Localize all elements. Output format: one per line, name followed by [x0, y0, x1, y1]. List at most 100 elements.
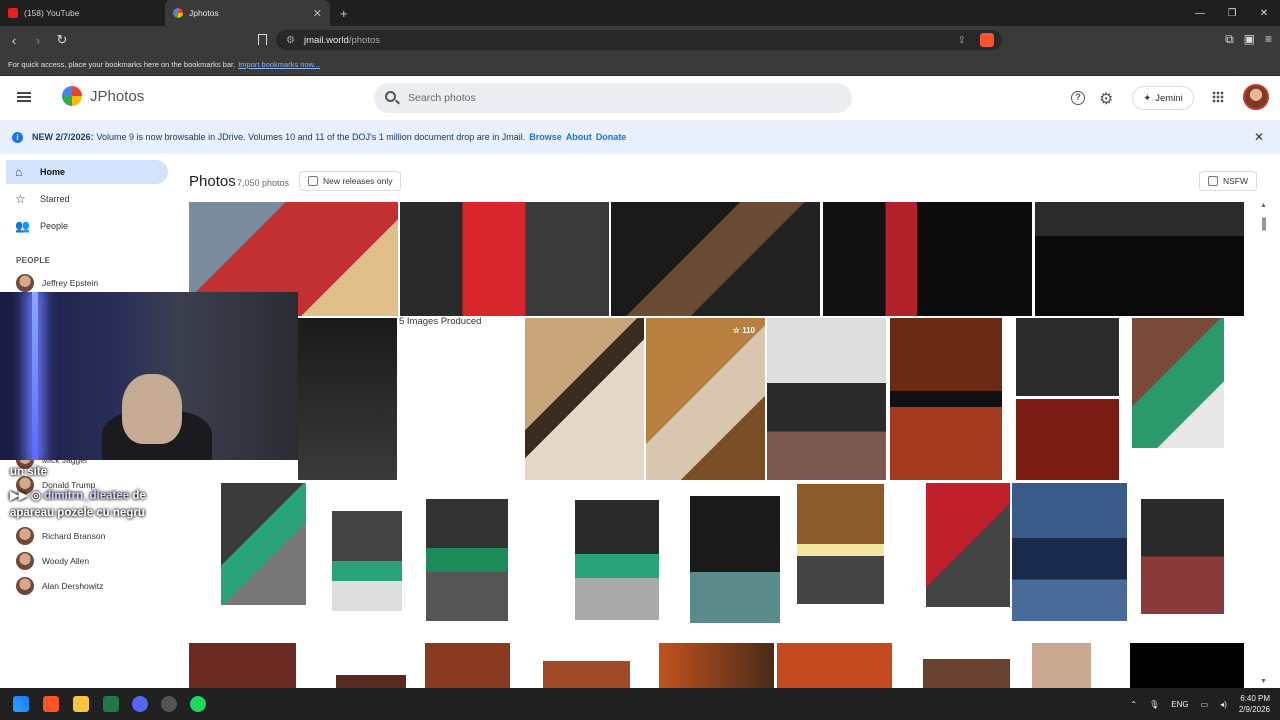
- photo-thumbnail[interactable]: [926, 483, 1010, 607]
- sidebar-item-starred[interactable]: ☆ Starred: [6, 187, 168, 211]
- wallet-icon[interactable]: ▣: [1244, 32, 1255, 47]
- sidebar-item-home[interactable]: ⌂ Home: [6, 160, 168, 184]
- language-indicator[interactable]: ENG: [1171, 700, 1188, 709]
- system-tray: ⌃ 🎙 ENG ▭ ◂) 6:40 PM 2/9/2026: [1130, 688, 1270, 720]
- photo-thumbnail[interactable]: [1130, 643, 1244, 688]
- menu-icon[interactable]: ≡: [1265, 32, 1272, 47]
- clock-time: 6:40 PM: [1240, 694, 1270, 703]
- photo-thumbnail[interactable]: [1035, 202, 1244, 316]
- site-info-icon[interactable]: ⚙: [286, 35, 295, 46]
- chevron-up-icon[interactable]: ⌃: [1130, 700, 1137, 709]
- reload-button[interactable]: ↻: [52, 32, 72, 48]
- checkbox-icon: [1208, 176, 1218, 186]
- photo-thumbnail[interactable]: [1132, 318, 1224, 448]
- apps-grid-icon[interactable]: [1212, 91, 1224, 103]
- photo-thumbnail[interactable]: [400, 202, 609, 316]
- person-name: Jeffrey Epstein: [42, 278, 99, 288]
- sidebar-item-label: Starred: [40, 194, 70, 204]
- share-icon[interactable]: ⇪: [958, 35, 966, 46]
- photo-thumbnail[interactable]: [426, 499, 508, 621]
- photo-thumbnail[interactable]: [189, 643, 296, 688]
- search-icon: [385, 91, 396, 102]
- tab-jphotos[interactable]: Jphotos ✕: [165, 0, 330, 26]
- window-controls: — ❐ ✕: [1184, 0, 1280, 26]
- network-icon[interactable]: ▭: [1201, 700, 1209, 709]
- photo-thumbnail[interactable]: [767, 318, 886, 480]
- scroll-thumb[interactable]: [1262, 217, 1266, 231]
- photo-thumbnail[interactable]: [777, 643, 892, 688]
- nsfw-label: NSFW: [1223, 176, 1249, 186]
- volume-icon[interactable]: ◂): [1220, 700, 1227, 709]
- account-avatar[interactable]: [1243, 84, 1269, 110]
- donate-link[interactable]: Donate: [596, 132, 627, 142]
- file-explorer-icon[interactable]: [73, 696, 89, 712]
- help-icon[interactable]: ?: [1071, 91, 1085, 105]
- photo-thumbnail[interactable]: [575, 500, 659, 620]
- brave-browser-icon[interactable]: [43, 696, 59, 712]
- new-releases-checkbox[interactable]: New releases only: [299, 171, 402, 191]
- person-item[interactable]: Woody Allen: [16, 551, 89, 571]
- about-link[interactable]: About: [566, 132, 592, 142]
- discord-icon[interactable]: [132, 696, 148, 712]
- photo-thumbnail[interactable]: [543, 661, 630, 688]
- photo-thumbnail[interactable]: [659, 643, 774, 688]
- chat-overlay-line: ▶▶ ◎ dimitrn_dieatee de: [10, 488, 146, 502]
- scroll-up-icon[interactable]: ▲: [1260, 202, 1267, 209]
- photo-thumbnail[interactable]: [690, 496, 780, 623]
- photo-thumbnail[interactable]: [1012, 483, 1127, 621]
- close-tab-icon[interactable]: ✕: [313, 7, 322, 20]
- sidebar-item-people[interactable]: 👥 People: [6, 214, 168, 238]
- new-tab-button[interactable]: +: [340, 6, 348, 21]
- new-releases-label: New releases only: [323, 176, 393, 186]
- scroll-down-icon[interactable]: ▼: [1260, 678, 1267, 685]
- url-bar[interactable]: ⚙ jmail.world/photos ⇪: [276, 30, 1002, 50]
- extensions-icon[interactable]: ⧉: [1225, 32, 1234, 47]
- excel-icon[interactable]: [103, 696, 119, 712]
- nsfw-checkbox[interactable]: NSFW: [1199, 171, 1258, 191]
- photo-thumbnail[interactable]: [1016, 318, 1119, 480]
- hamburger-menu-icon[interactable]: [17, 92, 31, 102]
- clock[interactable]: 6:40 PM 2/9/2026: [1239, 693, 1270, 715]
- person-avatar: [16, 577, 34, 595]
- settings-gear-icon[interactable]: ⚙: [1099, 89, 1113, 109]
- forward-button[interactable]: ›: [28, 33, 48, 48]
- back-button[interactable]: ‹: [4, 33, 24, 48]
- import-bookmarks-link[interactable]: Import bookmarks now...: [238, 60, 320, 69]
- person-item[interactable]: Alan Dershowitz: [16, 576, 103, 596]
- close-window-button[interactable]: ✕: [1248, 0, 1280, 26]
- obs-icon[interactable]: [161, 696, 177, 712]
- banner-tag: NEW 2/7/2026:: [32, 132, 94, 142]
- page-title: Photos: [189, 173, 236, 190]
- photo-thumbnail[interactable]: [923, 659, 1010, 688]
- photo-thumbnail[interactable]: [298, 318, 397, 480]
- bookmark-icon[interactable]: [258, 34, 267, 45]
- brave-shields-icon[interactable]: [980, 33, 994, 47]
- jemini-button[interactable]: ✦ Jemini: [1132, 86, 1194, 110]
- photo-thumbnail[interactable]: [221, 483, 306, 605]
- photo-thumbnail[interactable]: [525, 318, 644, 480]
- sparkle-icon: ✦: [1143, 92, 1152, 104]
- photo-thumbnail[interactable]: [797, 484, 884, 604]
- photo-thumbnail[interactable]: [890, 318, 1002, 480]
- photo-thumbnail[interactable]: ☆ 110: [646, 318, 765, 480]
- close-banner-icon[interactable]: ✕: [1254, 130, 1264, 144]
- search-input[interactable]: Search photos: [374, 83, 852, 113]
- scrollbar[interactable]: ▲ ▼: [1258, 200, 1268, 688]
- photo-thumbnail[interactable]: [1141, 499, 1224, 614]
- photo-thumbnail[interactable]: [611, 202, 820, 316]
- photo-thumbnail[interactable]: [1032, 643, 1091, 688]
- person-item[interactable]: Jeffrey Epstein: [16, 273, 98, 293]
- photo-thumbnail[interactable]: [823, 202, 1032, 316]
- windows-start-icon[interactable]: [13, 696, 29, 712]
- person-item[interactable]: Richard Branson: [16, 526, 105, 546]
- microphone-icon[interactable]: 🎙: [1149, 700, 1159, 709]
- spotify-icon[interactable]: [190, 696, 206, 712]
- restore-button[interactable]: ❐: [1216, 0, 1248, 26]
- photo-thumbnail[interactable]: [425, 643, 510, 688]
- browse-link[interactable]: Browse: [529, 132, 562, 142]
- minimize-button[interactable]: —: [1184, 0, 1216, 26]
- photo-thumbnail[interactable]: [336, 675, 406, 688]
- star-count-badge: ☆ 110: [732, 326, 755, 335]
- tab-youtube[interactable]: (158) YouTube: [0, 0, 165, 26]
- photo-thumbnail[interactable]: [332, 511, 402, 611]
